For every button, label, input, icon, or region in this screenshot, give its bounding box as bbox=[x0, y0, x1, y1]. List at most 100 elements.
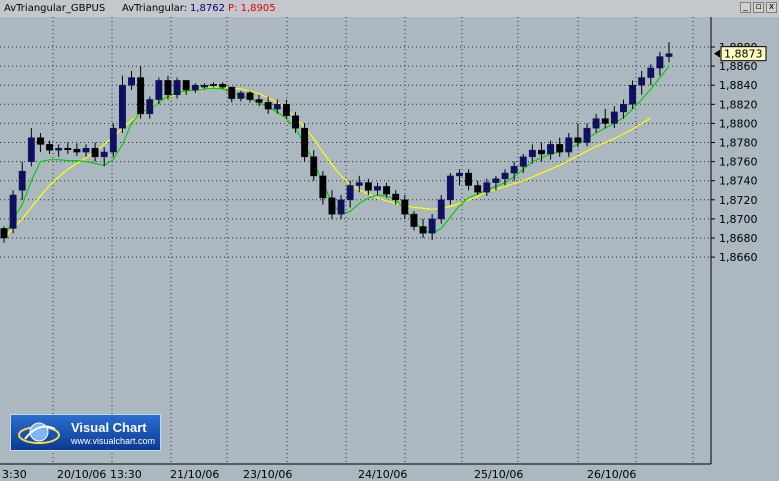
time-tick-label: 20/10/06 bbox=[57, 468, 106, 481]
candle-body bbox=[246, 92, 254, 100]
candle-body bbox=[37, 137, 44, 145]
candle-body bbox=[428, 218, 436, 234]
visual-chart-logo: Visual Chart www.visualchart.com bbox=[10, 414, 161, 451]
candle bbox=[109, 123, 117, 157]
candle-body bbox=[27, 137, 35, 162]
chart-window: AvTriangular_GBPUS AvTriangular: 1,8762 … bbox=[0, 0, 779, 481]
price-tick-label: 1,8720 bbox=[719, 194, 758, 207]
time-tick-label: 21/10/06 bbox=[170, 468, 219, 481]
candle-body bbox=[465, 172, 473, 186]
candle-body bbox=[437, 199, 445, 220]
candle-body bbox=[647, 67, 655, 78]
candle-body bbox=[264, 102, 272, 110]
price-tick-label: 1,8780 bbox=[719, 137, 758, 150]
candle-body bbox=[18, 170, 26, 191]
candle-body bbox=[237, 92, 245, 99]
candle-body bbox=[9, 194, 17, 229]
candle-body bbox=[383, 186, 391, 195]
candle-body bbox=[100, 151, 108, 158]
candle-body bbox=[401, 199, 409, 215]
time-tick-label: 23/10/06 bbox=[243, 468, 292, 481]
globe-icon bbox=[18, 422, 60, 444]
candle-body bbox=[474, 185, 482, 193]
candle-body bbox=[392, 193, 400, 201]
price-tick-label: 1,8840 bbox=[719, 79, 758, 92]
candle-body bbox=[346, 185, 354, 201]
price-tick-label: 1,8700 bbox=[719, 213, 758, 226]
candle-body bbox=[519, 156, 527, 167]
last-price-label: 1,8873 bbox=[724, 48, 763, 61]
price-chart[interactable]: 1,88801,88601,88401,88201,88001,87801,87… bbox=[0, 0, 779, 481]
candle-body bbox=[547, 144, 555, 155]
candle-body bbox=[301, 127, 309, 158]
candle-body bbox=[665, 53, 673, 57]
candle-body bbox=[355, 182, 363, 186]
candle-body bbox=[501, 172, 509, 180]
time-tick-label: 3:30 bbox=[2, 468, 27, 481]
time-tick-label: 24/10/06 bbox=[358, 468, 407, 481]
plot-area bbox=[0, 17, 711, 464]
price-tick-label: 1,8660 bbox=[719, 251, 758, 264]
candle-body bbox=[273, 104, 281, 110]
candle-body bbox=[137, 77, 145, 115]
candle-body bbox=[410, 213, 418, 227]
candle-body bbox=[73, 148, 81, 153]
candle-body bbox=[146, 99, 154, 115]
candle-body bbox=[556, 144, 564, 153]
candle-body bbox=[483, 182, 491, 193]
candle-body bbox=[310, 156, 318, 177]
candle-body bbox=[191, 84, 199, 91]
candle-body bbox=[574, 137, 582, 143]
time-tick-label: 13:30 bbox=[110, 468, 142, 481]
candle-body bbox=[155, 80, 163, 100]
logo-url: www.visualchart.com bbox=[71, 436, 156, 446]
candle-body bbox=[200, 84, 208, 88]
candle-body bbox=[456, 172, 463, 177]
candle-body bbox=[419, 226, 427, 234]
candle-body bbox=[328, 197, 336, 215]
price-tick-label: 1,8680 bbox=[719, 232, 758, 245]
candle-body bbox=[282, 104, 290, 117]
candle-body bbox=[583, 127, 591, 143]
candle-body bbox=[565, 137, 573, 153]
candle-body bbox=[118, 84, 126, 129]
candle-body bbox=[620, 104, 627, 113]
candle-body bbox=[374, 186, 381, 191]
candle-body bbox=[255, 99, 263, 103]
candle-body bbox=[228, 86, 236, 99]
candle-body bbox=[629, 84, 637, 105]
candle-body bbox=[292, 115, 299, 129]
candle-body bbox=[446, 175, 454, 201]
candle-body bbox=[210, 83, 217, 86]
candle-body bbox=[128, 77, 135, 86]
candle bbox=[446, 173, 454, 205]
price-tick-label: 1,8820 bbox=[719, 98, 758, 111]
candle-body bbox=[164, 80, 172, 96]
price-tick-label: 1,8740 bbox=[719, 175, 758, 188]
price-tick-label: 1,8860 bbox=[719, 60, 758, 73]
candle-body bbox=[601, 118, 609, 124]
candle-body bbox=[592, 118, 600, 129]
candle-body bbox=[656, 56, 664, 69]
last-price-marker: 1,8873 bbox=[714, 46, 767, 62]
candle-body bbox=[91, 147, 99, 158]
time-tick-label: 26/10/06 bbox=[587, 468, 636, 481]
candle-body bbox=[364, 182, 372, 191]
price-tick-label: 1,8800 bbox=[719, 117, 758, 130]
candle-body bbox=[638, 77, 646, 86]
candle-body bbox=[337, 199, 345, 215]
logo-title: Visual Chart bbox=[71, 420, 147, 435]
time-tick-label: 25/10/06 bbox=[474, 468, 523, 481]
candle bbox=[301, 123, 309, 162]
candle-body bbox=[109, 127, 117, 153]
candle-body bbox=[46, 144, 53, 151]
candle-body bbox=[64, 147, 72, 150]
candle-body bbox=[55, 147, 63, 151]
candle-body bbox=[82, 147, 90, 153]
candle-body bbox=[182, 80, 190, 91]
candle-body bbox=[0, 228, 8, 239]
candle-body bbox=[173, 80, 181, 96]
candle-body bbox=[610, 111, 618, 124]
candle bbox=[9, 190, 17, 234]
candle-body bbox=[319, 175, 327, 199]
